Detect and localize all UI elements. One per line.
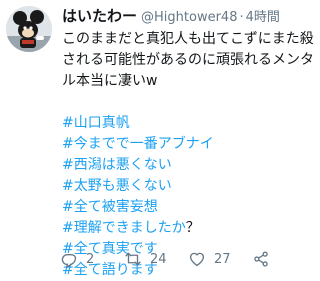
hashtag-line: #太野も悪くない <box>62 176 316 197</box>
hashtag-link[interactable]: #太野も悪くない <box>62 178 172 194</box>
hashtag-link[interactable]: #理解できましたか <box>62 220 186 236</box>
reply-icon <box>61 253 77 268</box>
user-handle[interactable]: @Hightower48 <box>141 8 237 28</box>
hashtag-link[interactable]: #全て被害妄想 <box>62 199 158 215</box>
hashtag-link[interactable]: #山口真帆 <box>62 115 130 131</box>
retweet-button[interactable]: 24 <box>124 250 188 268</box>
retweet-icon <box>125 252 141 266</box>
like-button[interactable]: 27 <box>188 250 252 268</box>
hashtag-line: #今までで一番アブナイ <box>62 134 316 155</box>
hashtag-line: #西潟は悪くない <box>62 155 316 176</box>
share-button[interactable] <box>252 250 316 268</box>
retweet-count: 24 <box>150 251 167 267</box>
hashtag-line: #全て被害妄想 <box>62 197 316 218</box>
tweet-actions: 2 24 27 <box>60 248 316 270</box>
tweet-content: はいたわー @Hightower48 · 4時間 このままだと真犯人も出てこずに… <box>62 6 316 281</box>
display-name[interactable]: はいたわー <box>62 6 137 26</box>
reply-count: 2 <box>86 251 95 267</box>
like-count: 27 <box>214 251 231 267</box>
separator-dot: · <box>239 10 244 25</box>
reply-button[interactable]: 2 <box>60 250 124 268</box>
tweet[interactable]: はいたわー @Hightower48 · 4時間 このままだと真犯人も出てこずに… <box>0 0 320 278</box>
tweet-time[interactable]: 4時間 <box>246 8 280 28</box>
hashtag-link[interactable]: #今までで一番アブナイ <box>62 136 214 152</box>
hashtag-line: #山口真帆 <box>62 113 316 134</box>
avatar-image <box>6 6 52 52</box>
tweet-body: このままだと真犯人も出てこずにまた殺される可能性があるのに頑張れるメンタル本当に… <box>62 31 314 89</box>
avatar[interactable] <box>6 6 52 52</box>
question-mark: ？ <box>185 220 200 236</box>
hashtag-line: #理解できましたか？ <box>62 218 316 239</box>
heart-icon <box>189 252 205 267</box>
share-icon <box>254 251 268 267</box>
tweet-header: はいたわー @Hightower48 · 4時間 <box>62 6 316 26</box>
hashtag-link[interactable]: #西潟は悪くない <box>62 157 172 173</box>
